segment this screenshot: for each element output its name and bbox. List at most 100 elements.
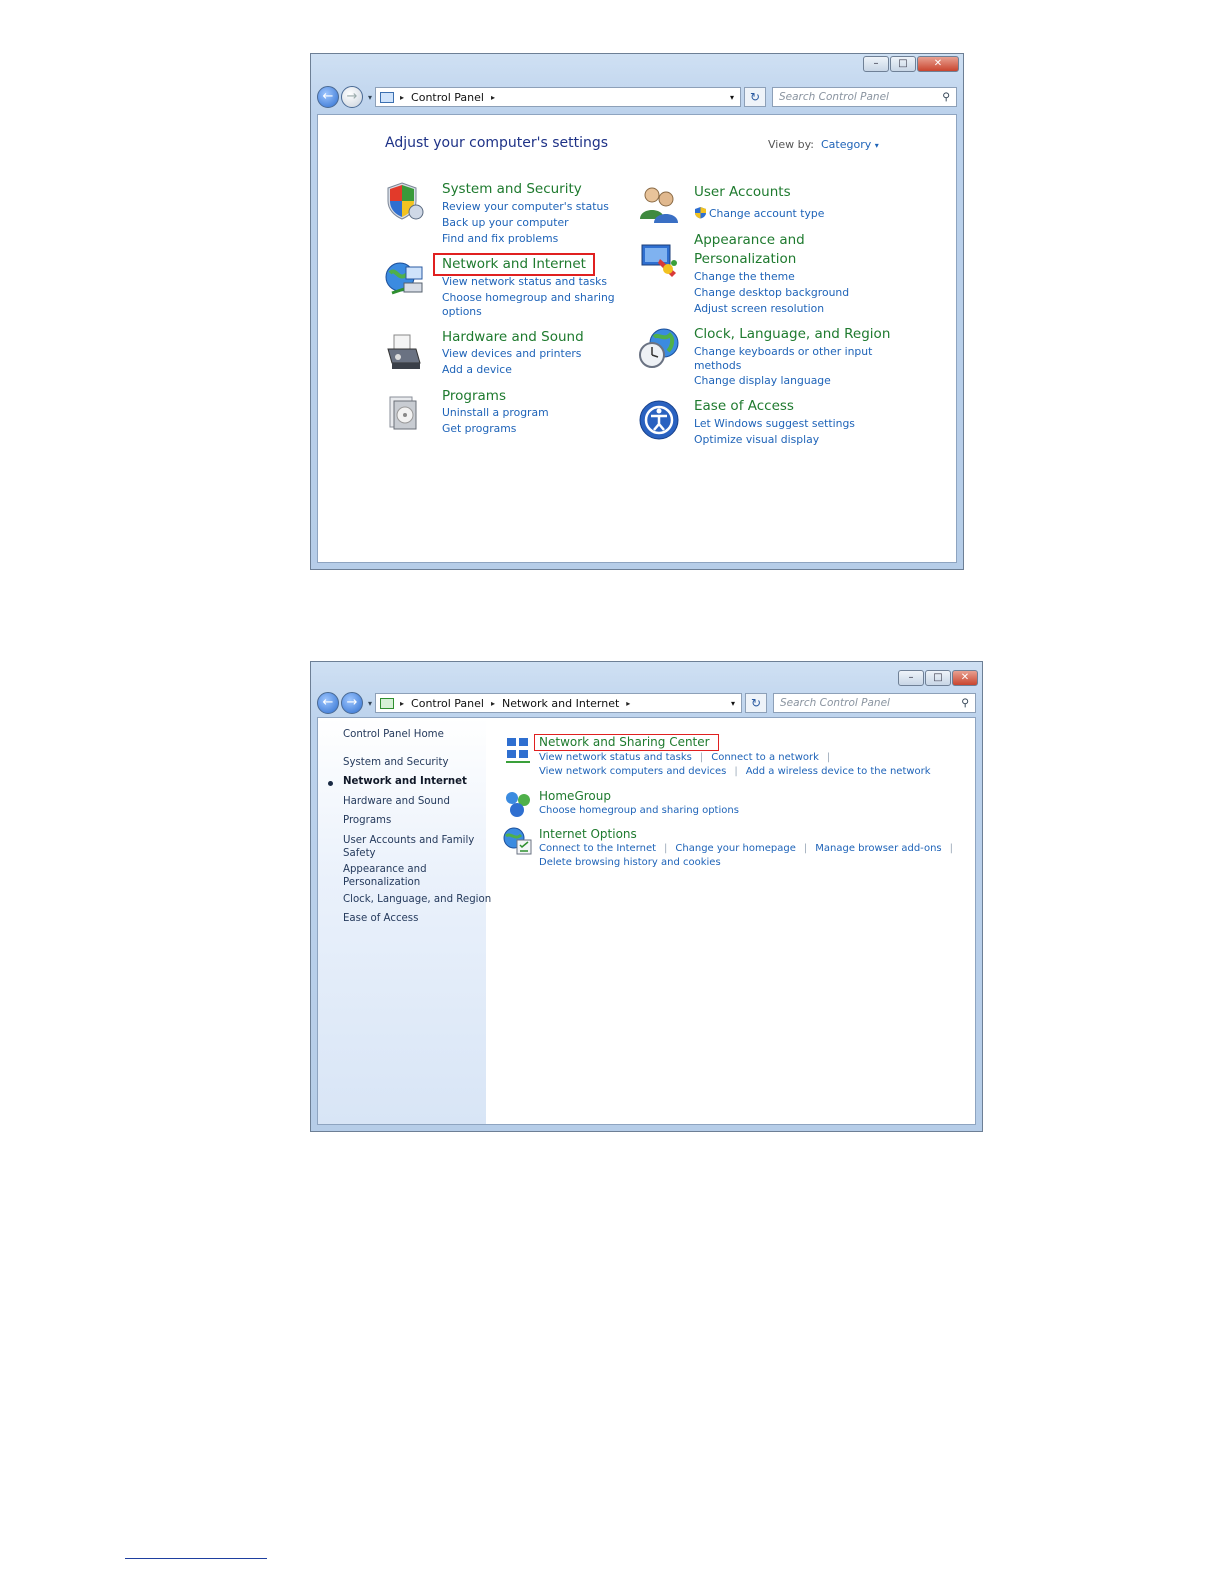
sidebar-item-system-security[interactable]: System and Security (343, 757, 448, 768)
link-row: View network computers and devices | Add a… (539, 766, 931, 777)
category-system-security[interactable]: System and Security (442, 181, 582, 197)
link-row: View network status and tasks | Connect to… (539, 752, 831, 763)
sidebar-item-appearance-cont[interactable]: Personalization (343, 877, 420, 888)
search-placeholder: Search Control Panel (780, 697, 890, 709)
link-back-up[interactable]: Back up your computer (442, 216, 569, 229)
refresh-button[interactable]: ↻ (745, 693, 767, 713)
category-clock-language-region[interactable]: Clock, Language, and Region (694, 326, 890, 342)
refresh-button[interactable]: ↻ (744, 87, 766, 107)
category-network-internet[interactable]: Network and Internet (442, 256, 586, 272)
search-input[interactable]: Search Control Panel ⚲ (773, 693, 976, 713)
sidebar-item-network-internet[interactable]: Network and Internet (343, 776, 467, 787)
search-icon[interactable]: ⚲ (961, 697, 969, 709)
view-by-label: View by: (768, 138, 814, 151)
category-ease-of-access[interactable]: Ease of Access (694, 398, 794, 414)
caption-buttons: – □ ✕ (898, 670, 978, 686)
category-appearance-cont[interactable]: Personalization (694, 251, 796, 267)
back-button[interactable]: ← (317, 692, 339, 714)
content-pane: Control Panel Home System and Security N… (317, 717, 976, 1125)
breadcrumb-network-internet[interactable]: Network and Internet (502, 697, 619, 710)
link-add-wireless-device[interactable]: Add a wireless device to the network (746, 766, 931, 777)
sidebar-item-user-accounts[interactable]: User Accounts and Family (343, 835, 474, 846)
link-view-network-status[interactable]: View network status and tasks (539, 752, 692, 763)
ease-of-access-icon (639, 400, 679, 440)
search-icon[interactable]: ⚲ (942, 91, 950, 103)
breadcrumb-separator[interactable]: ▸ (400, 93, 404, 102)
link-choose-homegroup[interactable]: Choose homegroup and sharing (442, 291, 615, 304)
link-find-fix[interactable]: Find and fix problems (442, 232, 558, 245)
breadcrumb-control-panel[interactable]: Control Panel (411, 697, 484, 710)
control-panel-icon (380, 91, 395, 103)
address-dropdown[interactable]: ▾ (730, 93, 734, 102)
navigation-bar: ← → ▾ ▸ Control Panel ▸ Network and Inte… (317, 690, 976, 716)
link-choose-homegroup-cont[interactable]: options (442, 305, 482, 318)
link-change-background[interactable]: Change desktop background (694, 286, 849, 299)
link-change-keyboards[interactable]: Change keyboards or other input (694, 345, 872, 358)
link-windows-suggest[interactable]: Let Windows suggest settings (694, 417, 855, 430)
back-button[interactable]: ← (317, 86, 339, 108)
close-button[interactable]: ✕ (952, 670, 978, 686)
search-input[interactable]: Search Control Panel ⚲ (772, 87, 957, 107)
category-user-accounts[interactable]: User Accounts (694, 184, 791, 200)
link-view-network-status[interactable]: View network status and tasks (442, 275, 607, 288)
network-sharing-icon (506, 738, 530, 763)
category-appearance[interactable]: Appearance and (694, 232, 805, 248)
forward-button[interactable]: → (341, 86, 363, 108)
link-change-theme[interactable]: Change the theme (694, 270, 795, 283)
section-network-sharing-center[interactable]: Network and Sharing Center (539, 735, 710, 749)
shield-icon (387, 182, 424, 220)
link-connect-internet[interactable]: Connect to the Internet (539, 843, 656, 854)
link-connect-network[interactable]: Connect to a network (711, 752, 819, 763)
sidebar-item-home[interactable]: Control Panel Home (343, 729, 444, 740)
link-change-account-type[interactable]: Change account type (709, 207, 824, 220)
minimize-button[interactable]: – (898, 670, 924, 686)
sidebar-item-clock-language-region[interactable]: Clock, Language, and Region (343, 894, 491, 905)
breadcrumb-separator[interactable]: ▸ (400, 699, 404, 708)
link-optimize-display[interactable]: Optimize visual display (694, 433, 819, 446)
breadcrumb-control-panel[interactable]: Control Panel (411, 91, 484, 104)
breadcrumb-separator[interactable]: ▸ (491, 93, 495, 102)
user-accounts-icon (640, 187, 678, 223)
link-change-display-language[interactable]: Change display language (694, 374, 831, 387)
link-change-keyboards-cont[interactable]: methods (694, 359, 741, 372)
link-view-devices[interactable]: View devices and printers (442, 347, 581, 360)
section-internet-options[interactable]: Internet Options (539, 827, 637, 841)
clock-globe-icon (639, 328, 679, 368)
maximize-button[interactable]: □ (890, 56, 916, 72)
footnote-rule (125, 1558, 267, 1559)
address-dropdown[interactable]: ▾ (731, 699, 735, 708)
maximize-button[interactable]: □ (925, 670, 951, 686)
caption-buttons: – □ ✕ (863, 56, 959, 72)
recent-pages-dropdown[interactable]: ▾ (368, 93, 372, 102)
sidebar-item-ease-of-access[interactable]: Ease of Access (343, 913, 418, 924)
link-manage-addons[interactable]: Manage browser add-ons (815, 843, 941, 854)
view-by-dropdown[interactable]: Category ▾ (821, 138, 879, 151)
sidebar-item-user-accounts-cont[interactable]: Safety (343, 848, 376, 859)
recent-pages-dropdown[interactable]: ▾ (368, 699, 372, 708)
sidebar-item-appearance[interactable]: Appearance and (343, 864, 427, 875)
internet-options-icon (503, 827, 532, 855)
link-change-homepage[interactable]: Change your homepage (675, 843, 795, 854)
link-review-status[interactable]: Review your computer's status (442, 200, 609, 213)
network-icon (380, 697, 395, 709)
minimize-button[interactable]: – (863, 56, 889, 72)
category-programs[interactable]: Programs (442, 388, 506, 404)
link-add-device[interactable]: Add a device (442, 363, 512, 376)
link-view-network-computers[interactable]: View network computers and devices (539, 766, 726, 777)
link-delete-history[interactable]: Delete browsing history and cookies (539, 857, 721, 868)
link-get-programs[interactable]: Get programs (442, 422, 516, 435)
link-adjust-resolution[interactable]: Adjust screen resolution (694, 302, 824, 315)
sidebar-item-hardware-sound[interactable]: Hardware and Sound (343, 796, 450, 807)
breadcrumb-separator[interactable]: ▸ (491, 699, 495, 708)
address-bar[interactable]: ▸ Control Panel ▸ ▾ (375, 87, 741, 107)
sidebar-item-programs[interactable]: Programs (343, 815, 391, 826)
link-choose-homegroup[interactable]: Choose homegroup and sharing options (539, 805, 739, 816)
close-button[interactable]: ✕ (917, 56, 959, 72)
page-title: Adjust your computer's settings (385, 135, 609, 151)
address-bar[interactable]: ▸ Control Panel ▸ Network and Internet ▸… (375, 693, 742, 713)
link-uninstall-program[interactable]: Uninstall a program (442, 406, 549, 419)
category-hardware-sound[interactable]: Hardware and Sound (442, 329, 584, 345)
section-homegroup[interactable]: HomeGroup (539, 789, 611, 803)
forward-button[interactable]: → (341, 692, 363, 714)
breadcrumb-separator[interactable]: ▸ (626, 699, 630, 708)
